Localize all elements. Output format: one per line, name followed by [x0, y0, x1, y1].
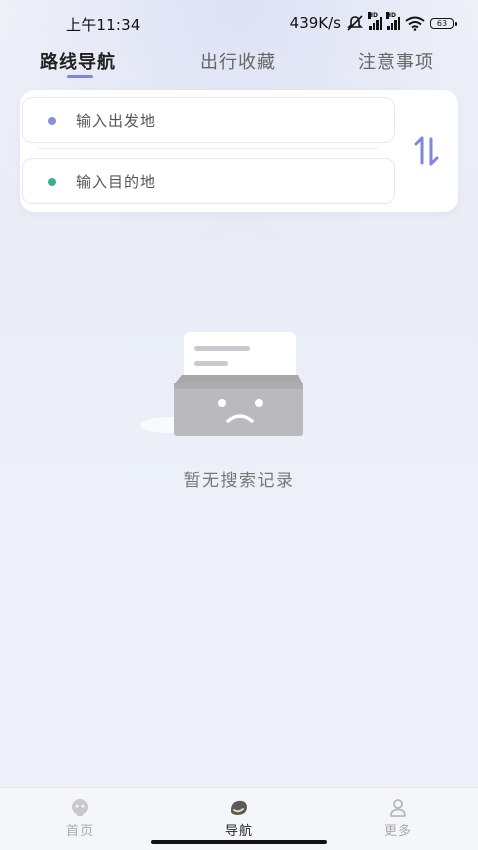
mute-icon	[347, 15, 363, 31]
network-speed: 439K/s	[289, 14, 341, 32]
user-icon	[390, 799, 406, 817]
status-time: 上午11:34	[66, 16, 141, 34]
signal-icon: HD	[386, 12, 400, 30]
wifi-icon	[405, 16, 425, 31]
destination-input[interactable]: 输入目的地	[22, 158, 395, 204]
swap-vertical-icon	[414, 136, 439, 166]
empty-box-icon	[140, 325, 340, 455]
empty-state-text: 暂无搜索记录	[183, 471, 295, 491]
destination-placeholder: 输入目的地	[76, 173, 157, 191]
origin-placeholder: 输入出发地	[76, 112, 157, 130]
field-divider	[38, 148, 378, 149]
destination-dot-icon	[48, 178, 56, 186]
tab-route-navigation[interactable]: 路线导航	[40, 48, 116, 74]
nav-item-home[interactable]: 首页	[50, 796, 110, 842]
signal-hd-badge: HD	[386, 12, 397, 19]
status-icons: 439K/s HD HD 63	[289, 12, 457, 32]
battery-icon: 63	[430, 17, 457, 29]
swap-button[interactable]	[412, 134, 442, 168]
home-indicator	[151, 840, 327, 844]
signal-hd-badge: HD	[368, 12, 379, 19]
nav-item-more[interactable]: 更多	[368, 796, 428, 842]
origin-input[interactable]: 输入出发地	[22, 97, 395, 143]
status-bar: 上午11:34 439K/s HD HD 63	[0, 0, 478, 46]
nav-label-more: 更多	[383, 824, 412, 839]
nav-item-navigation[interactable]: 导航	[209, 796, 269, 842]
nav-label-navigation: 导航	[224, 824, 253, 839]
home-face-icon	[72, 799, 88, 816]
tab-travel-favorites[interactable]: 出行收藏	[200, 48, 276, 74]
tab-notices[interactable]: 注意事项	[358, 48, 434, 74]
signal-icon: HD	[368, 12, 382, 30]
top-tabs: 路线导航 出行收藏 注意事项	[0, 46, 478, 86]
navigation-icon	[231, 800, 247, 815]
origin-dot-icon	[48, 117, 56, 125]
active-tab-indicator	[67, 75, 93, 78]
nav-label-home: 首页	[65, 824, 94, 839]
route-card: 输入出发地 输入目的地	[20, 90, 458, 212]
